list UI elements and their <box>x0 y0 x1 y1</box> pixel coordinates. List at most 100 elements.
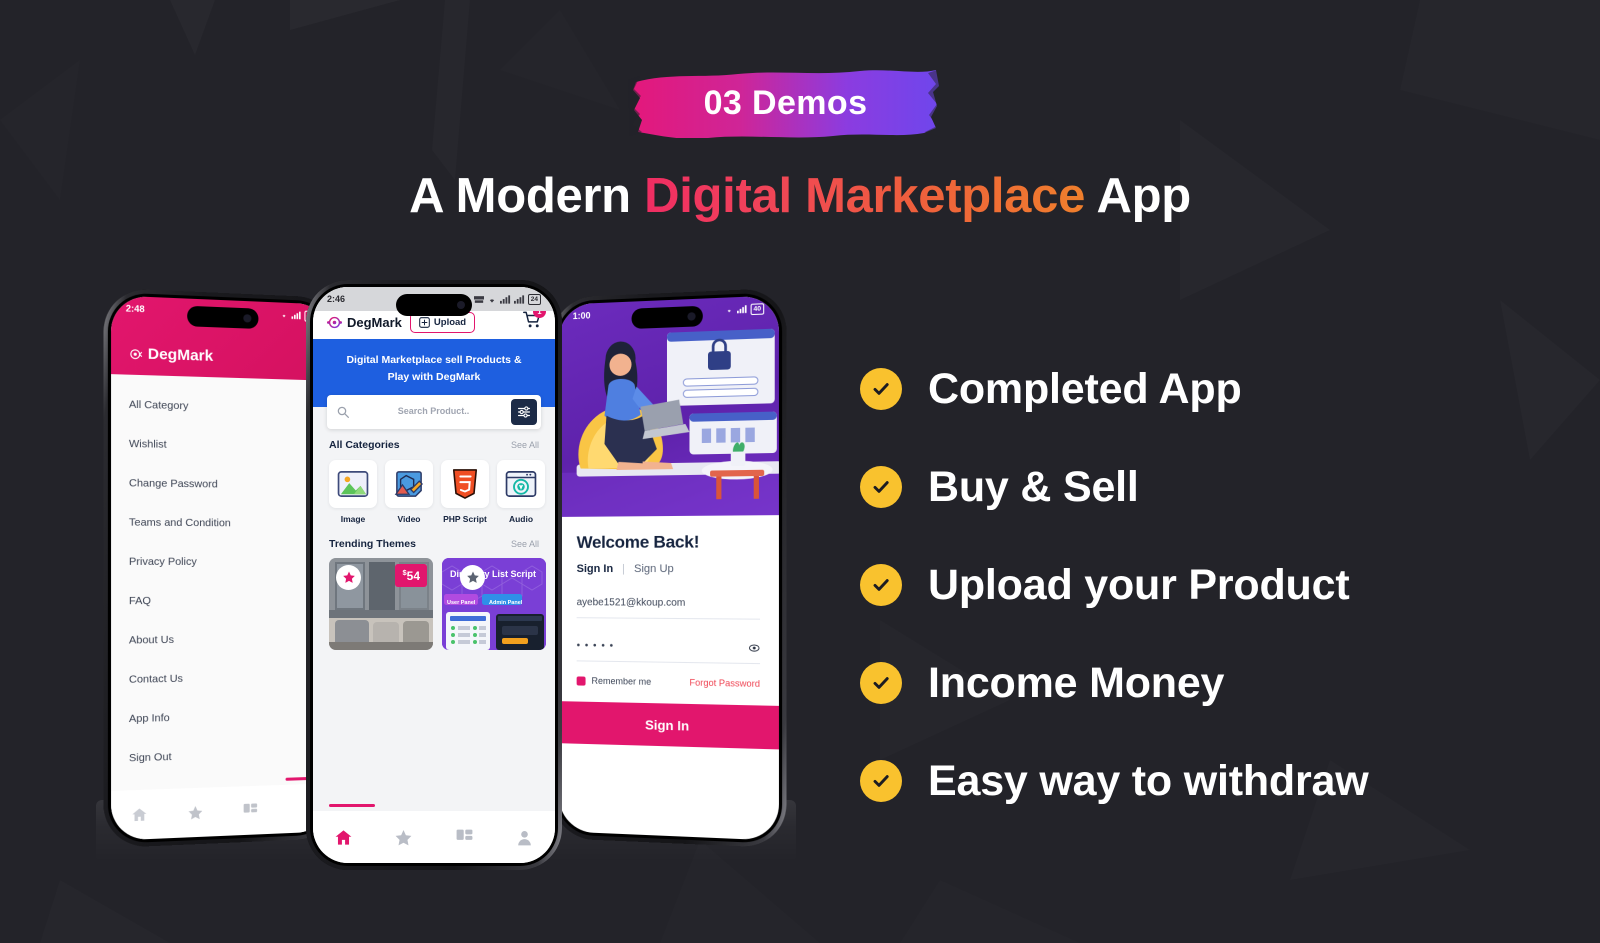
favorite-star-button[interactable] <box>460 564 485 590</box>
wifi-icon <box>727 310 731 313</box>
menu-item-sign-out[interactable]: Sign Out <box>111 733 331 778</box>
categories-row: Image Video PHP Script Audio <box>313 451 555 524</box>
menu-item-app-info[interactable]: App Info <box>111 695 331 739</box>
phone-mockup-center: 2:46 24 DegMark Upload 1 Digital Marketp… <box>306 280 562 870</box>
grid-icon[interactable] <box>455 828 474 847</box>
app-brand: DegMark <box>128 345 213 365</box>
tab-sign-up[interactable]: Sign Up <box>634 563 674 575</box>
star-icon[interactable] <box>187 804 203 821</box>
check-circle-icon <box>860 760 902 802</box>
login-title: Welcome Back! <box>576 532 700 552</box>
category-label: Image <box>340 513 366 524</box>
promo-banner: 03 Demos A Modern Digital Marketplace Ap… <box>0 0 1600 943</box>
signal-icon-2 <box>513 294 524 304</box>
feature-item: Completed App <box>860 340 1580 438</box>
category-item-video[interactable]: Video <box>385 459 433 524</box>
search-bar[interactable]: Search Product.. <box>327 394 541 429</box>
email-value: ayebe1521@kkoup.com <box>576 597 686 609</box>
menu-item-change-password[interactable]: Change Password <box>111 463 331 505</box>
tab-sign-in[interactable]: Sign In <box>577 563 613 575</box>
dynamic-island <box>187 305 259 329</box>
categories-title: All Categories <box>329 438 400 451</box>
tab-separator: | <box>622 562 626 576</box>
status-time: 2:48 <box>125 303 145 315</box>
feature-label: Completed App <box>928 364 1242 413</box>
forgot-password-link[interactable]: Forgot Password <box>689 677 760 689</box>
page-title: A Modern Digital Marketplace App <box>0 168 1600 224</box>
menu-item-faq[interactable]: FAQ <box>111 581 331 621</box>
categories-see-all-link[interactable]: See All <box>511 440 539 450</box>
headline-part2: App <box>1085 169 1192 223</box>
star-icon <box>342 571 355 583</box>
data-usage-icon <box>473 295 484 303</box>
email-field[interactable]: ayebe1521@kkoup.com <box>576 589 761 620</box>
category-label: PHP Script <box>443 513 487 524</box>
app-brand: DegMark <box>326 314 402 331</box>
signal-icon <box>499 294 510 304</box>
cart-button[interactable]: 1 <box>523 305 546 334</box>
feature-item: Upload your Product <box>860 536 1580 634</box>
demos-badge: 03 Demos <box>628 62 943 144</box>
wifi-icon <box>282 314 286 318</box>
drawer-menu: All Category Wishlist Change Password Te… <box>111 374 331 778</box>
html5-icon <box>441 459 489 508</box>
search-input-placeholder: Search Product.. <box>397 406 470 417</box>
status-icons: 24 <box>460 293 541 305</box>
sign-in-button[interactable]: Sign In <box>558 701 779 750</box>
menu-item-wishlist[interactable]: Wishlist <box>111 424 331 467</box>
trending-card-directory-script[interactable]: Directory List Script User Panel Admin P… <box>442 557 546 650</box>
category-item-audio[interactable]: Audio <box>497 459 545 524</box>
banner-line-1: Digital Marketplace sell Products & <box>346 354 522 366</box>
feature-item: Income Money <box>860 634 1580 732</box>
status-time: 2:46 <box>327 294 346 304</box>
search-icon <box>337 406 349 418</box>
phone-mockup-right: 1:00 40 Welcome Back! Sign In | Sign Up … <box>552 287 787 849</box>
trending-card-tag-admin: Admin Panel <box>489 599 523 606</box>
home-icon[interactable] <box>334 828 353 847</box>
remember-me-checkbox[interactable]: Remember me <box>576 675 651 687</box>
front-camera-icon <box>457 301 465 309</box>
trending-see-all-link[interactable]: See All <box>511 539 539 549</box>
menu-item-privacy-policy[interactable]: Privacy Policy <box>111 542 331 581</box>
promo-banner-section: Digital Marketplace sell Products & Play… <box>313 339 555 429</box>
category-label: Video <box>397 513 421 524</box>
grid-icon[interactable] <box>242 802 258 819</box>
star-icon[interactable] <box>394 828 413 847</box>
feature-label: Buy & Sell <box>928 462 1139 511</box>
audio-icon <box>497 459 545 508</box>
home-icon[interactable] <box>131 806 148 823</box>
filter-button[interactable] <box>511 398 537 425</box>
trending-card-house[interactable]: $54 <box>329 557 433 650</box>
image-icon <box>329 459 377 508</box>
headline-part1: A Modern <box>409 169 645 223</box>
degmark-logo-icon <box>128 346 143 361</box>
favorite-star-button[interactable] <box>336 564 361 590</box>
feature-item: Easy way to withdraw <box>860 732 1580 830</box>
password-field[interactable]: • • • • • <box>576 632 761 665</box>
star-icon <box>466 571 479 583</box>
category-item-php-script[interactable]: PHP Script <box>441 459 489 524</box>
menu-item-teams-and-condition[interactable]: Teams and Condition <box>111 503 331 543</box>
checkbox-box <box>576 675 586 686</box>
degmark-logo-icon <box>327 314 342 330</box>
check-circle-icon <box>860 662 902 704</box>
price-badge: $54 <box>395 563 427 587</box>
phone-mockup-group: 2:48 24 DegMark <box>84 280 804 870</box>
signal-icon <box>736 305 747 314</box>
bottom-nav <box>111 783 332 841</box>
feature-label: Upload your Product <box>928 560 1350 609</box>
dynamic-island <box>631 305 703 329</box>
status-time: 1:00 <box>572 310 591 322</box>
banner-line-2: Play with DegMark <box>387 371 481 384</box>
work-from-home-illustration <box>558 328 779 517</box>
status-icons: 40 <box>724 302 765 316</box>
feature-label: Easy way to withdraw <box>928 756 1369 805</box>
person-icon[interactable] <box>515 828 534 847</box>
eye-icon[interactable] <box>748 642 760 654</box>
menu-item-about-us[interactable]: About Us <box>111 619 331 660</box>
headline-highlight: Digital Marketplace <box>644 169 1086 223</box>
menu-item-contact-us[interactable]: Contact Us <box>111 657 331 700</box>
price-value: 54 <box>406 568 420 583</box>
menu-item-all-category[interactable]: All Category <box>111 384 331 428</box>
category-item-image[interactable]: Image <box>329 459 377 524</box>
